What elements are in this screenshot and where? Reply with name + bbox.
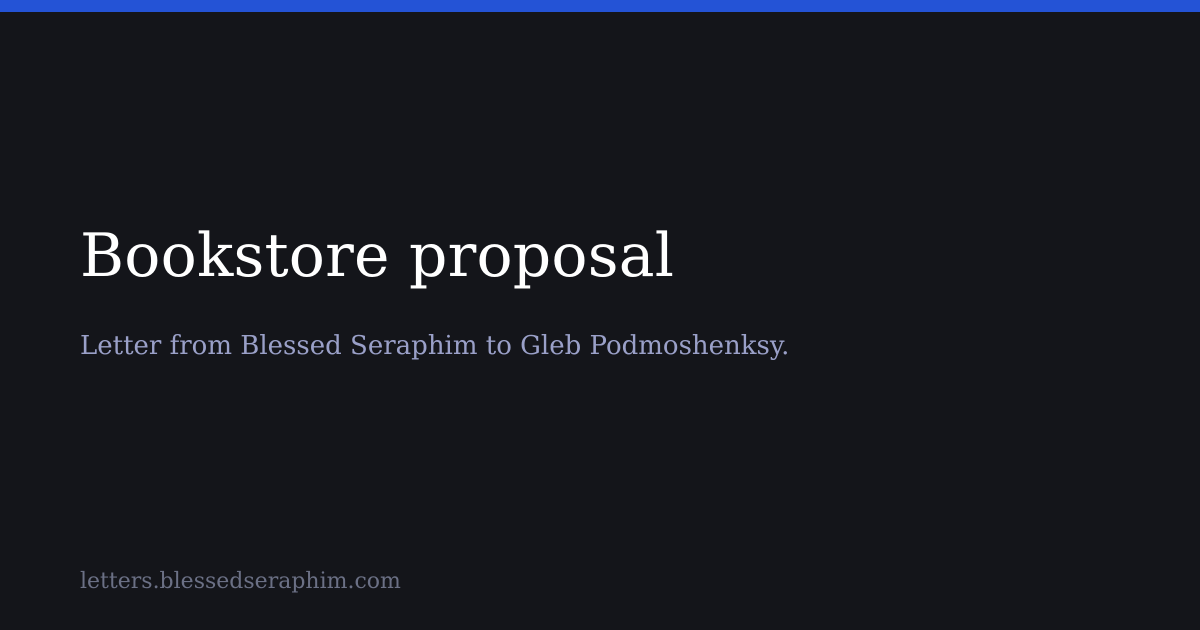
accent-top-bar: [0, 0, 1200, 12]
page-title: Bookstore proposal: [80, 221, 675, 291]
social-preview-card: Bookstore proposal Letter from Blessed S…: [0, 12, 1200, 630]
page-subtitle: Letter from Blessed Seraphim to Gleb Pod…: [80, 331, 790, 361]
site-url: letters.blessedseraphim.com: [80, 569, 401, 594]
